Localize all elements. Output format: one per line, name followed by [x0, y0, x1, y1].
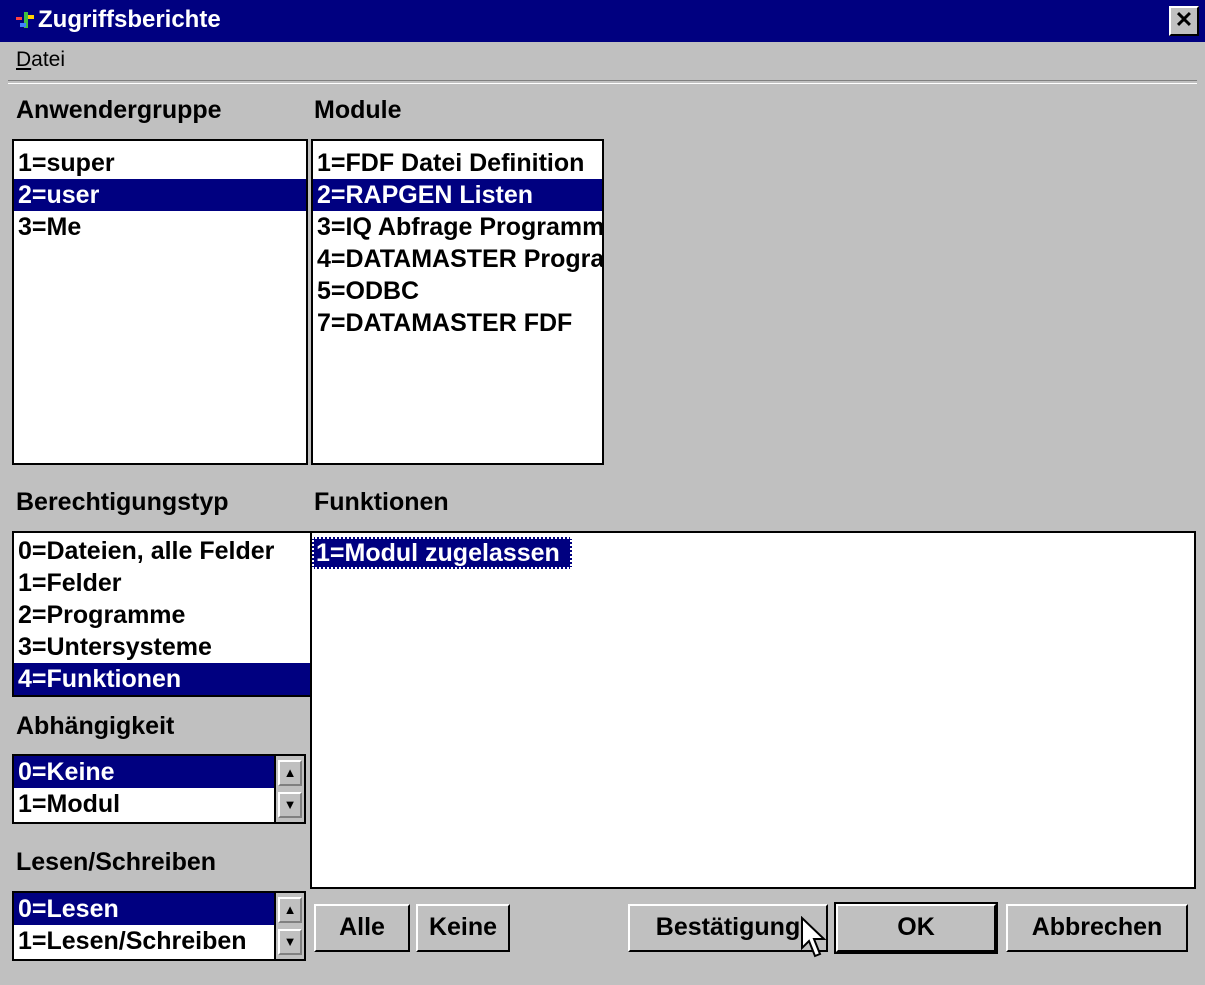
cancel-button[interactable]: Abbrechen [1006, 904, 1188, 952]
groups-item-user[interactable]: 2=user [14, 179, 306, 211]
modules-item-datamaster-fdf[interactable]: 7=DATAMASTER FDF [313, 307, 602, 339]
readwrite-item-lesen-schreiben[interactable]: 1=Lesen/Schreiben [14, 925, 274, 957]
permtype-item-felder[interactable]: 1=Felder [14, 567, 310, 599]
menu-bar: Datei [0, 42, 1205, 82]
dependency-label: Abhängigkeit [16, 712, 175, 740]
app-icon [16, 12, 34, 28]
none-button-label: Keine [428, 913, 498, 941]
functions-listbox[interactable]: 1=Modul zugelassen [310, 531, 1196, 889]
window-title: Zugriffsberichte [38, 6, 221, 33]
permtype-listbox[interactable]: 0=Dateien, alle Felder 1=Felder 2=Progra… [12, 531, 310, 697]
functions-label: Funktionen [314, 488, 449, 516]
groups-item-me[interactable]: 3=Me [14, 211, 306, 243]
all-button[interactable]: Alle [314, 904, 410, 952]
modules-item-odbc[interactable]: 5=ODBC [313, 275, 602, 307]
dependency-listbox[interactable]: 0=Keine 1=Modul ▲ ▼ [12, 754, 306, 824]
mouse-pointer-icon [801, 916, 827, 958]
confirm-button-label: Bestätigung [655, 913, 801, 941]
modules-item-fdf[interactable]: 1=FDF Datei Definition [313, 147, 602, 179]
functions-item-modul-zugelassen[interactable]: 1=Modul zugelassen [312, 537, 572, 569]
permtype-item-programme[interactable]: 2=Programme [14, 599, 310, 631]
modules-listbox[interactable]: 1=FDF Datei Definition 2=RAPGEN Listen 3… [311, 139, 604, 465]
none-button[interactable]: Keine [416, 904, 510, 952]
groups-listbox[interactable]: 1=super 2=user 3=Me [12, 139, 308, 465]
permtype-item-dateien[interactable]: 0=Dateien, alle Felder [14, 535, 310, 567]
menu-datei[interactable]: Datei [16, 48, 65, 72]
permtype-item-funktionen[interactable]: 4=Funktionen [14, 663, 310, 695]
groups-label: Anwendergruppe [16, 96, 222, 124]
ok-button[interactable]: OK [834, 902, 998, 954]
modules-item-datamaster[interactable]: 4=DATAMASTER Programm [313, 243, 602, 275]
permtype-label: Berechtigungstyp [16, 488, 229, 516]
close-button[interactable]: ✕ [1169, 6, 1199, 36]
menu-divider [8, 80, 1197, 84]
all-button-label: Alle [339, 913, 385, 941]
ok-button-label: OK [897, 913, 935, 941]
dependency-item-modul[interactable]: 1=Modul [14, 788, 274, 820]
scroll-up-icon[interactable]: ▲ [278, 897, 302, 923]
readwrite-item-lesen[interactable]: 0=Lesen [14, 893, 274, 925]
scroll-up-icon[interactable]: ▲ [278, 760, 302, 786]
confirm-button[interactable]: Bestätigung [628, 904, 828, 952]
title-bar: Zugriffsberichte ✕ [0, 0, 1205, 42]
readwrite-listbox[interactable]: 0=Lesen 1=Lesen/Schreiben ▲ ▼ [12, 891, 306, 961]
readwrite-scrollbar[interactable]: ▲ ▼ [274, 893, 304, 959]
dependency-item-keine[interactable]: 0=Keine [14, 756, 274, 788]
groups-item-super[interactable]: 1=super [14, 147, 306, 179]
scroll-down-icon[interactable]: ▼ [278, 792, 302, 818]
close-icon: ✕ [1174, 7, 1194, 32]
scroll-down-icon[interactable]: ▼ [278, 929, 302, 955]
modules-item-rapgen[interactable]: 2=RAPGEN Listen [313, 179, 602, 211]
cancel-button-label: Abbrechen [1031, 913, 1163, 941]
readwrite-label: Lesen/Schreiben [16, 848, 217, 876]
modules-label: Module [314, 96, 402, 124]
modules-item-iq[interactable]: 3=IQ Abfrage Programm [313, 211, 602, 243]
permtype-item-untersysteme[interactable]: 3=Untersysteme [14, 631, 310, 663]
dependency-scrollbar[interactable]: ▲ ▼ [274, 756, 304, 822]
